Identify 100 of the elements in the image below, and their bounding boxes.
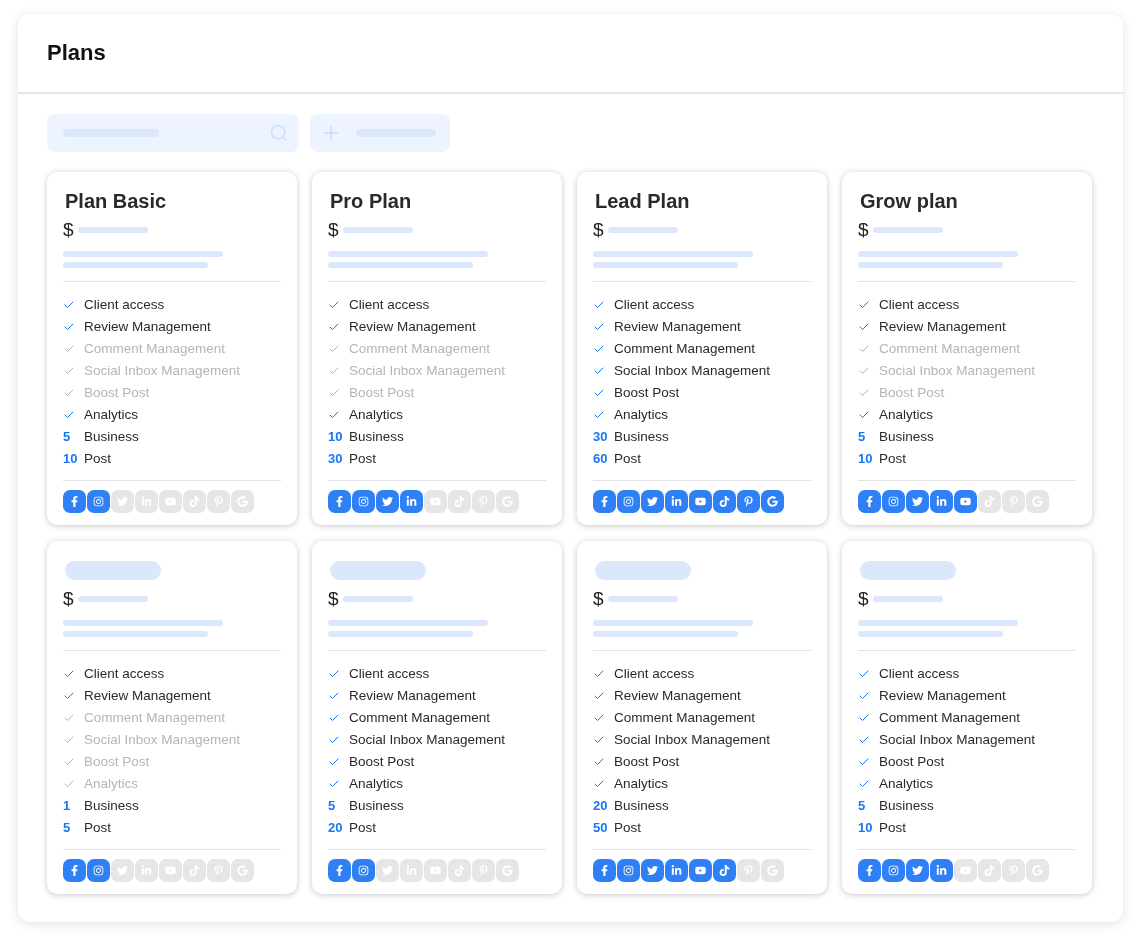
social-toggle[interactable]	[906, 490, 929, 513]
social-toggle[interactable]	[231, 859, 254, 882]
social-toggle[interactable]	[1026, 859, 1049, 882]
social-toggle[interactable]	[617, 490, 640, 513]
social-toggle[interactable]	[593, 859, 616, 882]
bird-icon	[647, 496, 658, 507]
camera-icon	[888, 496, 899, 507]
feature-label: Social Inbox Management	[879, 363, 1036, 379]
social-toggle[interactable]	[713, 490, 736, 513]
social-toggle[interactable]	[882, 490, 905, 513]
social-toggle[interactable]	[376, 490, 399, 513]
social-toggle[interactable]	[87, 490, 110, 513]
social-toggle[interactable]	[665, 490, 688, 513]
social-toggle[interactable]	[328, 859, 351, 882]
social-toggle[interactable]	[930, 490, 953, 513]
social-toggle[interactable]	[689, 490, 712, 513]
social-toggle[interactable]	[1026, 490, 1049, 513]
social-toggle[interactable]	[183, 490, 206, 513]
social-toggle[interactable]	[713, 859, 736, 882]
social-toggle[interactable]	[400, 490, 423, 513]
bird-icon	[117, 496, 128, 507]
google-icon	[1032, 496, 1043, 507]
social-toggle[interactable]	[1002, 490, 1025, 513]
music-note-icon	[984, 865, 995, 876]
social-toggle[interactable]	[978, 859, 1001, 882]
feature-label: Comment Management	[879, 341, 1021, 357]
social-toggle[interactable]	[183, 859, 206, 882]
social-toggle[interactable]	[472, 859, 495, 882]
social-toggle[interactable]	[448, 859, 471, 882]
social-toggle[interactable]	[135, 859, 158, 882]
social-toggle[interactable]	[135, 490, 158, 513]
social-toggle[interactable]	[159, 859, 182, 882]
feature-label: Boost Post	[614, 754, 680, 770]
social-toggle[interactable]	[737, 490, 760, 513]
social-toggle[interactable]	[689, 859, 712, 882]
social-toggle[interactable]	[111, 859, 134, 882]
pinterest-icon	[1008, 496, 1019, 507]
camera-icon	[888, 865, 899, 876]
social-toggle[interactable]	[376, 859, 399, 882]
count-value: 10	[63, 451, 79, 467]
social-toggle[interactable]	[328, 490, 351, 513]
music-note-icon	[189, 865, 200, 876]
social-toggle[interactable]	[665, 859, 688, 882]
social-toggle[interactable]	[63, 490, 86, 513]
social-toggle[interactable]	[930, 859, 953, 882]
feature-label: Social Inbox Management	[614, 732, 771, 748]
price-skeleton	[77, 227, 148, 233]
social-toggle[interactable]	[207, 859, 230, 882]
social-toggle[interactable]	[954, 859, 977, 882]
google-icon	[767, 496, 778, 507]
social-toggle[interactable]	[400, 859, 423, 882]
social-toggle[interactable]	[761, 490, 784, 513]
social-toggle[interactable]	[641, 859, 664, 882]
social-toggle[interactable]	[352, 859, 375, 882]
social-toggle[interactable]	[617, 859, 640, 882]
social-toggle[interactable]	[111, 490, 134, 513]
social-toggle[interactable]	[1002, 859, 1025, 882]
facebook-icon	[69, 865, 80, 876]
feature-label: Analytics	[614, 776, 669, 792]
play-icon	[430, 496, 441, 507]
feature-label: Comment Management	[614, 341, 756, 357]
social-toggle[interactable]	[424, 859, 447, 882]
play-icon	[960, 865, 971, 876]
social-toggle[interactable]	[231, 490, 254, 513]
pinterest-icon	[478, 865, 489, 876]
music-note-icon	[189, 496, 200, 507]
social-toggle[interactable]	[159, 490, 182, 513]
social-toggle[interactable]	[954, 490, 977, 513]
count-value: 5	[328, 798, 337, 814]
feature-label: Client access	[84, 297, 165, 313]
social-toggle[interactable]	[761, 859, 784, 882]
social-toggle[interactable]	[641, 490, 664, 513]
social-toggle[interactable]	[882, 859, 905, 882]
camera-icon	[93, 496, 104, 507]
social-toggle[interactable]	[63, 859, 86, 882]
social-toggle[interactable]	[858, 859, 881, 882]
social-toggle[interactable]	[858, 490, 881, 513]
social-toggle[interactable]	[207, 490, 230, 513]
feature-label: Client access	[879, 297, 960, 313]
feature-label: Analytics	[84, 407, 139, 423]
feature-label: Analytics	[879, 776, 934, 792]
count-label: Business	[879, 429, 934, 445]
count-label: Business	[84, 429, 139, 445]
bird-icon	[117, 865, 128, 876]
search-field[interactable]	[47, 114, 299, 152]
count-label: Post	[84, 820, 111, 836]
social-toggle[interactable]	[496, 859, 519, 882]
social-toggle[interactable]	[593, 490, 616, 513]
social-toggle[interactable]	[496, 490, 519, 513]
social-toggle[interactable]	[87, 859, 110, 882]
social-toggle[interactable]	[737, 859, 760, 882]
social-toggle[interactable]	[352, 490, 375, 513]
feature-label: Review Management	[349, 688, 476, 704]
play-icon	[430, 865, 441, 876]
social-toggle[interactable]	[978, 490, 1001, 513]
social-toggle[interactable]	[906, 859, 929, 882]
social-toggle[interactable]	[472, 490, 495, 513]
social-toggle[interactable]	[424, 490, 447, 513]
feature-label: Social Inbox Management	[349, 732, 506, 748]
social-toggle[interactable]	[448, 490, 471, 513]
